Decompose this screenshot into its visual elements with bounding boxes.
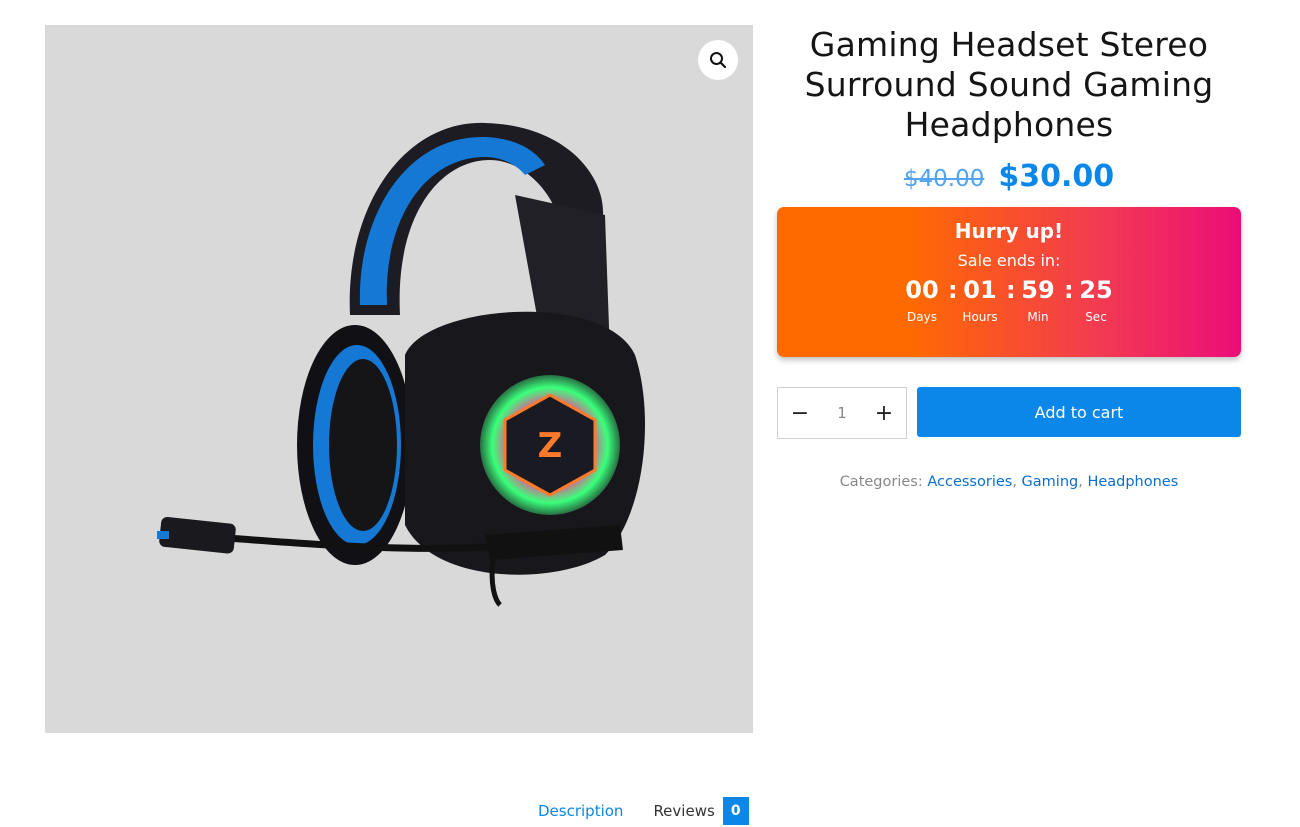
countdown-timer: 00 Days : 01 Hours : 59 Min : 25 Sec [777, 276, 1241, 324]
svg-text:Z: Z [538, 426, 563, 466]
quantity-decrease-button[interactable]: − [790, 401, 810, 426]
category-link-headphones[interactable]: Headphones [1087, 474, 1178, 490]
countdown-hours: 01 Hours [954, 276, 1006, 324]
countdown-seconds: 25 Sec [1070, 276, 1122, 324]
hours-label: Hours [962, 310, 998, 324]
quantity-stepper: − + [777, 387, 907, 439]
magnifier-icon [710, 52, 727, 69]
add-to-cart-button[interactable]: Add to cart [917, 387, 1241, 437]
sale-countdown: Hurry up! Sale ends in: 00 Days : 01 Hou… [777, 207, 1241, 357]
product-title: Gaming Headset Stereo Surround Sound Gam… [804, 25, 1214, 144]
seconds-value: 25 [1079, 276, 1113, 304]
tab-reviews[interactable]: Reviews 0 [653, 797, 749, 825]
minutes-label: Min [1027, 310, 1049, 324]
zoom-button[interactable] [698, 40, 738, 80]
hours-value: 01 [963, 276, 997, 304]
product-gallery: Z [45, 25, 753, 733]
days-value: 00 [905, 276, 939, 304]
category-link-gaming[interactable]: Gaming [1022, 474, 1079, 490]
countdown-subtitle: Sale ends in: [957, 251, 1061, 270]
product-summary: Gaming Headset Stereo Surround Sound Gam… [777, 25, 1241, 490]
countdown-minutes: 59 Min [1012, 276, 1064, 324]
countdown-title: Hurry up! [954, 219, 1064, 243]
product-tabs: Description Reviews 0 [538, 797, 749, 825]
category-link-accessories[interactable]: Accessories [927, 474, 1012, 490]
tab-reviews-label: Reviews [653, 802, 715, 820]
countdown-days: 00 Days [896, 276, 948, 324]
reviews-count-badge: 0 [722, 797, 749, 825]
price-row: $40.00 $30.00 [777, 159, 1241, 194]
regular-price: $40.00 [903, 166, 985, 192]
add-to-cart-form: − + Add to cart [777, 387, 1241, 439]
categories-label: Categories: [839, 474, 923, 490]
quantity-input[interactable] [817, 404, 867, 422]
product-categories: Categories: Accessories, Gaming, Headpho… [839, 474, 1179, 490]
minutes-value: 59 [1021, 276, 1055, 304]
seconds-label: Sec [1085, 310, 1107, 324]
quantity-increase-button[interactable]: + [874, 401, 894, 426]
tab-description[interactable]: Description [538, 802, 623, 820]
days-label: Days [907, 310, 937, 324]
sale-price: $30.00 [998, 159, 1115, 194]
headset-image: Z [157, 122, 645, 607]
